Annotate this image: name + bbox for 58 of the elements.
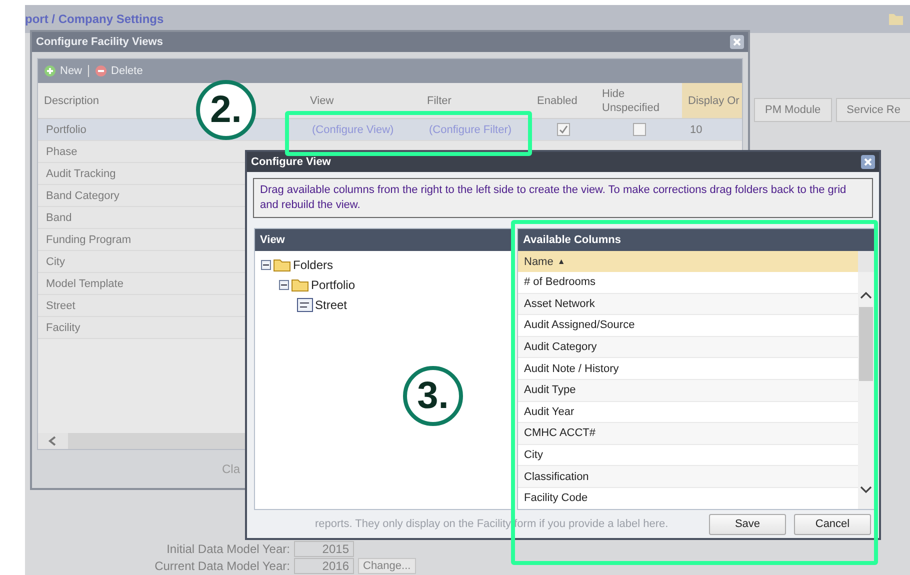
list-item[interactable]: Audit Type xyxy=(518,380,858,402)
table-cell[interactable]: Funding Program xyxy=(46,234,131,246)
cancel-button[interactable]: Cancel xyxy=(794,514,871,534)
column-header[interactable]: Name xyxy=(524,256,554,268)
panel-header: View xyxy=(255,229,511,251)
table-cell: 10 xyxy=(690,124,702,136)
table-cell[interactable]: Phase xyxy=(46,146,78,158)
tree-item[interactable]: Street xyxy=(315,298,348,312)
collapse-icon[interactable] xyxy=(261,260,271,270)
close-icon[interactable] xyxy=(861,155,875,169)
scroll-left-icon[interactable] xyxy=(38,433,68,449)
sort-indicator: ▲ xyxy=(557,257,566,266)
window-title: Configure Facility Views xyxy=(36,36,163,48)
column-header[interactable]: Filter xyxy=(427,94,452,108)
column-header[interactable]: Description xyxy=(44,94,100,108)
table-cell[interactable]: Band Category xyxy=(46,190,120,202)
close-icon[interactable] xyxy=(730,35,744,49)
field-label: Initial Data Model Year: xyxy=(166,542,290,556)
column-header[interactable]: View xyxy=(310,94,334,108)
table-cell[interactable]: Model Template xyxy=(46,278,124,290)
tab[interactable]: PM Module xyxy=(754,98,832,122)
save-button[interactable]: Save xyxy=(709,514,786,534)
field-label: Current Data Model Year: xyxy=(154,559,290,573)
plus-icon xyxy=(44,65,56,77)
year-field[interactable]: 2015 xyxy=(294,541,354,557)
list-item[interactable]: Audit Year xyxy=(518,402,858,424)
checkbox[interactable] xyxy=(632,123,646,136)
button-label[interactable]: Cla xyxy=(222,462,240,476)
vertical-scrollbar[interactable] xyxy=(858,251,874,509)
list-item[interactable]: Classification xyxy=(518,466,858,488)
table-cell[interactable]: Audit Tracking xyxy=(46,168,116,180)
checkbox[interactable] xyxy=(557,123,570,136)
tab[interactable]: Service Re xyxy=(836,98,910,122)
table-cell[interactable]: City xyxy=(46,256,65,268)
change-button[interactable]: Change... xyxy=(358,558,416,574)
list-item[interactable]: Asset Network xyxy=(518,294,858,316)
year-field[interactable]: 2016 xyxy=(294,558,354,574)
panel-header: Available Columns xyxy=(518,229,874,251)
table-cell[interactable]: Street xyxy=(46,300,76,312)
table-cell[interactable]: Band xyxy=(46,212,72,224)
folder-icon xyxy=(291,278,309,292)
list-field-icon xyxy=(297,298,313,312)
breadcrumb[interactable]: port / Company Settings xyxy=(25,12,164,26)
table-cell[interactable]: Portfolio xyxy=(46,124,86,136)
list-item[interactable]: Audit Category xyxy=(518,336,858,358)
dialog-title: Configure View xyxy=(251,156,331,168)
instructions-text: Drag available columns from the right to the left side to create the view. To make corrections drag folders back to the grid and rebuild the view. xyxy=(253,178,873,218)
tree-item[interactable]: Folders xyxy=(293,258,334,272)
new-button[interactable]: New xyxy=(44,65,82,77)
list-item[interactable]: CMHC ACCT# xyxy=(518,423,858,445)
minus-icon xyxy=(95,65,108,77)
column-header[interactable]: Hide Unspecified xyxy=(602,86,676,114)
background-note: reports. They only display on the Facility form if you provide a label here. xyxy=(315,518,668,530)
column-header[interactable]: Enabled xyxy=(537,94,578,108)
delete-button[interactable]: Delete xyxy=(95,65,143,77)
tree-item[interactable]: Portfolio xyxy=(311,278,356,292)
collapse-icon[interactable] xyxy=(279,280,289,290)
table-cell[interactable]: Facility xyxy=(46,322,80,334)
